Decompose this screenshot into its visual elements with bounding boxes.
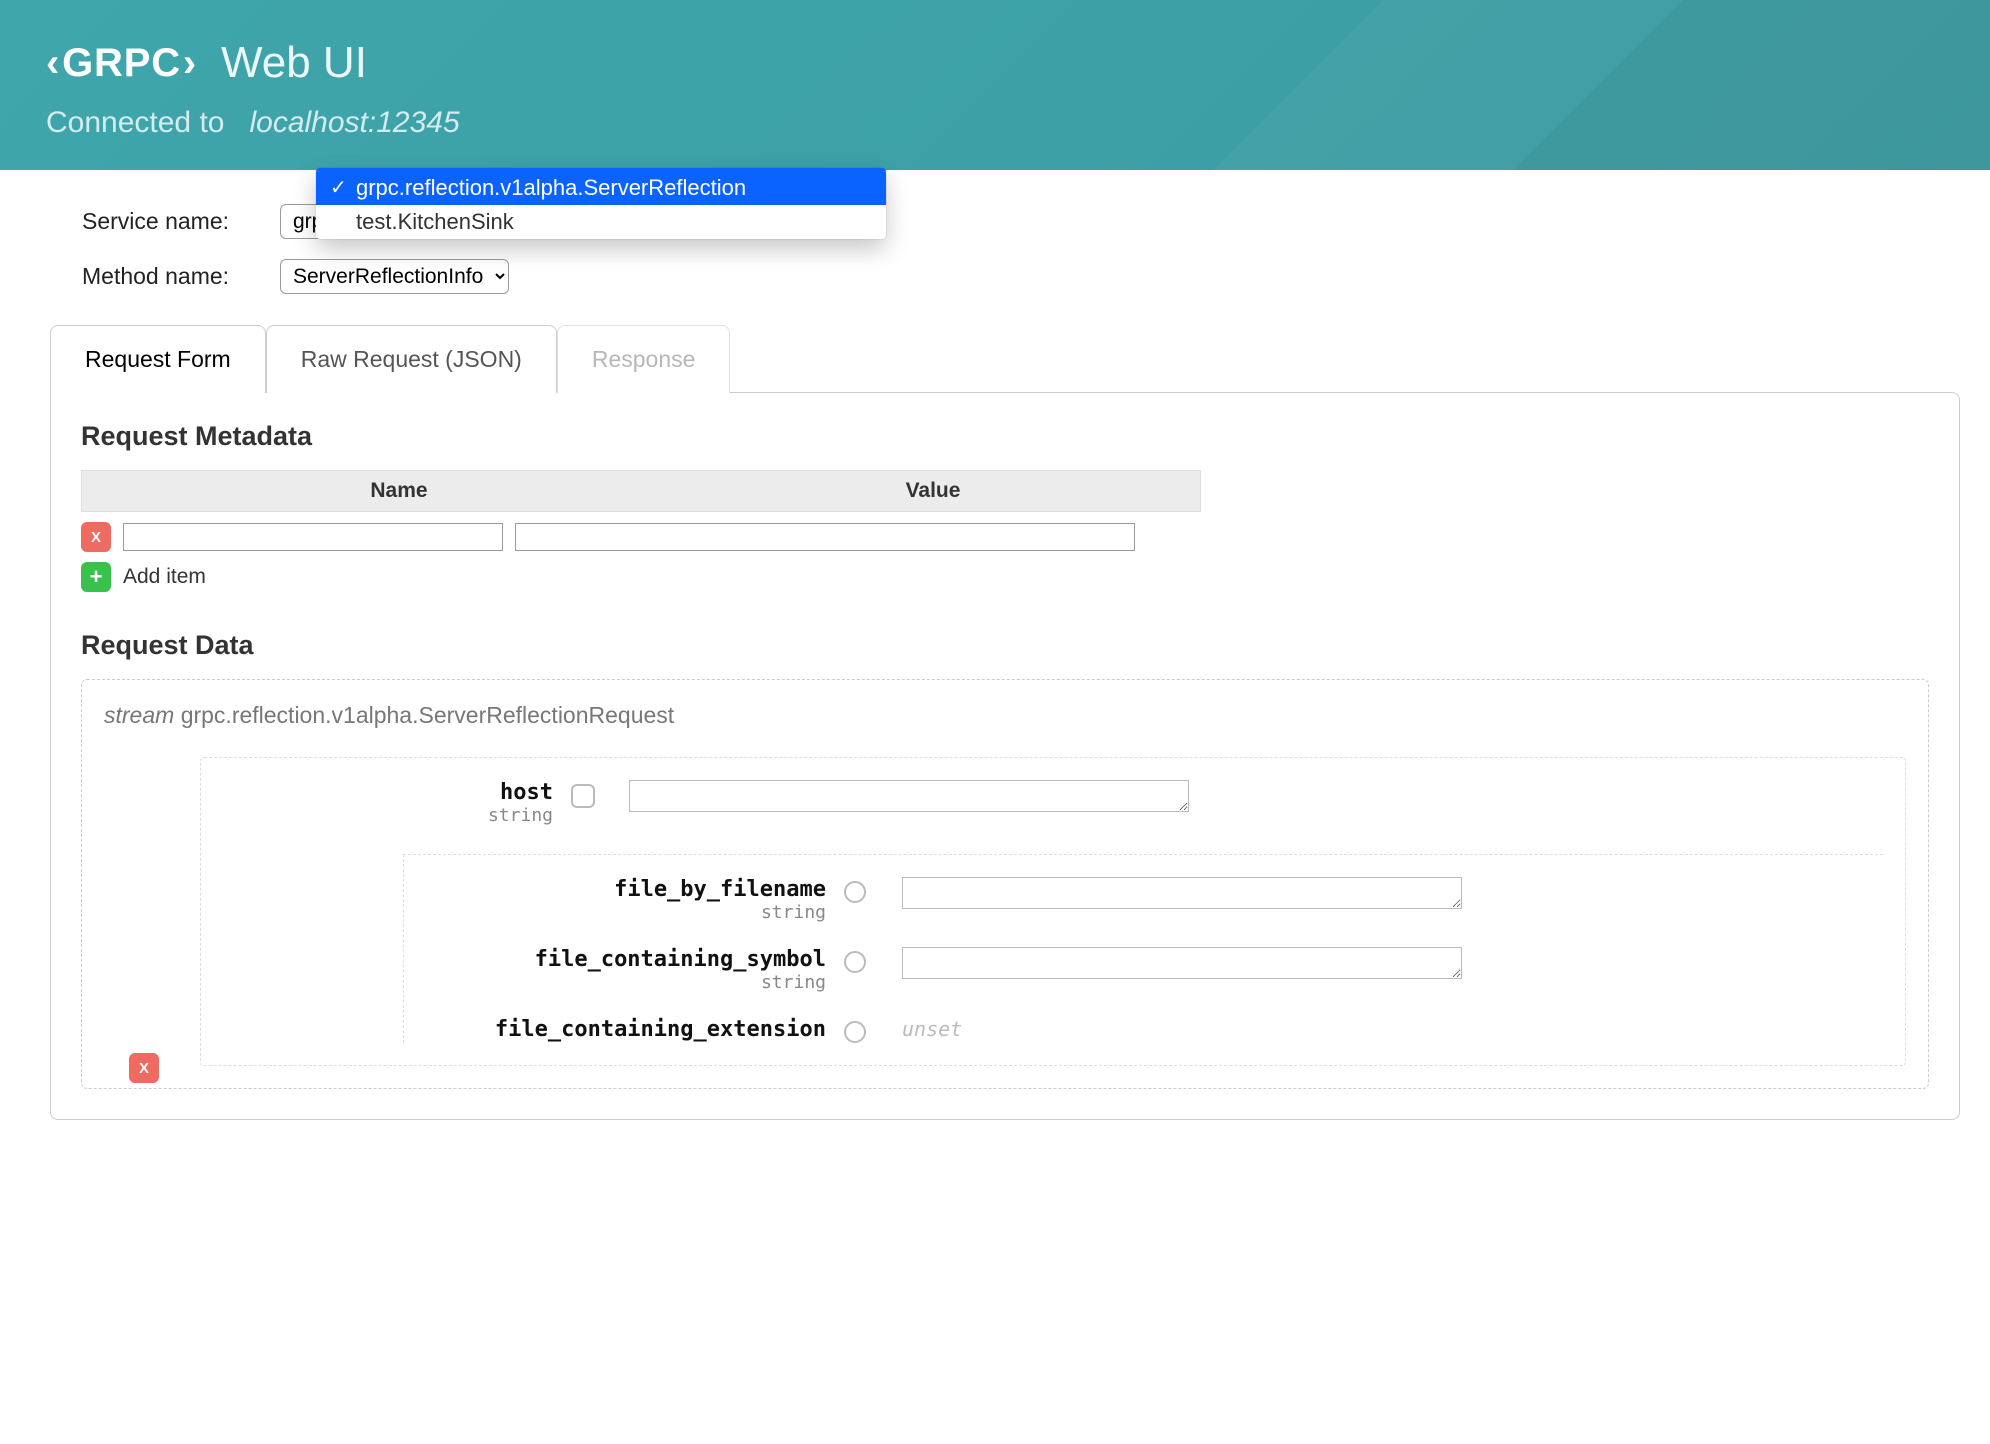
field-name: file_containing_extension <box>426 1017 826 1042</box>
close-icon: X <box>91 529 101 546</box>
field-input[interactable] <box>902 877 1462 909</box>
tab-response[interactable]: Response <box>557 325 731 393</box>
field-name: file_containing_symbol <box>426 947 826 972</box>
tab-request-form[interactable]: Request Form <box>50 325 266 393</box>
metadata-header-row: Name Value <box>81 470 1201 512</box>
delete-metadata-button[interactable]: X <box>81 522 111 552</box>
oneof-row: file_containing_symbol string <box>426 947 1883 993</box>
oneof-radio[interactable] <box>844 881 866 903</box>
service-name-dropdown: grpc.reflection.v1alpha.ServerReflection… <box>316 168 886 239</box>
oneof-group: file_by_filename string file_containing_… <box>403 854 1883 1043</box>
field-input-host[interactable] <box>629 780 1189 812</box>
metadata-col-value: Value <box>666 471 1200 511</box>
add-metadata-button[interactable]: + <box>81 562 111 592</box>
delete-message-button[interactable]: X <box>129 1053 159 1083</box>
field-input[interactable] <box>902 947 1462 979</box>
message-type-line: stream grpc.reflection.v1alpha.ServerRef… <box>104 702 1906 729</box>
oneof-row: file_containing_extension unset <box>426 1017 1883 1043</box>
metadata-name-input[interactable] <box>123 523 503 551</box>
header-banner: GRPC Web UI Connected to localhost:12345 <box>0 0 1990 170</box>
oneof-row: file_by_filename string <box>426 877 1883 923</box>
app-title: Web UI <box>221 38 367 88</box>
metadata-col-name: Name <box>132 471 666 511</box>
metadata-row: X <box>81 522 1201 552</box>
connected-label: Connected to <box>46 106 224 139</box>
field-name: file_by_filename <box>426 877 826 902</box>
field-type: string <box>426 972 826 993</box>
add-item-label: Add item <box>123 565 206 589</box>
method-name-select[interactable]: ServerReflectionInfo <box>280 259 509 294</box>
add-metadata-row: + Add item <box>81 562 1201 592</box>
method-name-label: Method name: <box>82 263 262 290</box>
service-option-selected[interactable]: grpc.reflection.v1alpha.ServerReflection <box>316 171 886 205</box>
message-fields-box: host string file_by_filename string <box>200 757 1906 1066</box>
field-type: string <box>223 805 553 826</box>
field-row-host: host string <box>223 780 1883 826</box>
tab-raw-request[interactable]: Raw Request (JSON) <box>266 325 557 393</box>
close-icon: X <box>139 1060 149 1077</box>
field-name: host <box>223 780 553 805</box>
request-data-heading: Request Data <box>81 630 1929 661</box>
message-type-name: grpc.reflection.v1alpha.ServerReflection… <box>181 702 675 728</box>
connection-host: localhost:12345 <box>249 106 459 139</box>
request-data-box: stream grpc.reflection.v1alpha.ServerRef… <box>81 679 1929 1089</box>
stream-keyword: stream <box>104 702 174 728</box>
field-type: string <box>426 902 826 923</box>
field-type-unset: unset <box>902 1017 1883 1041</box>
plus-icon: + <box>90 566 103 588</box>
service-option[interactable]: test.KitchenSink <box>316 205 886 239</box>
metadata-heading: Request Metadata <box>81 421 1929 452</box>
metadata-value-input[interactable] <box>515 523 1135 551</box>
oneof-radio[interactable] <box>844 1021 866 1043</box>
connection-status: Connected to localhost:12345 <box>46 106 1944 140</box>
service-name-label: Service name: <box>82 208 262 235</box>
oneof-radio[interactable] <box>844 951 866 973</box>
grpc-logo: GRPC <box>46 41 197 86</box>
field-presence-toggle[interactable] <box>571 784 595 808</box>
tab-bar: Request Form Raw Request (JSON) Response <box>50 324 1990 392</box>
request-form-panel: Request Metadata Name Value X + Add item <box>50 392 1960 1120</box>
